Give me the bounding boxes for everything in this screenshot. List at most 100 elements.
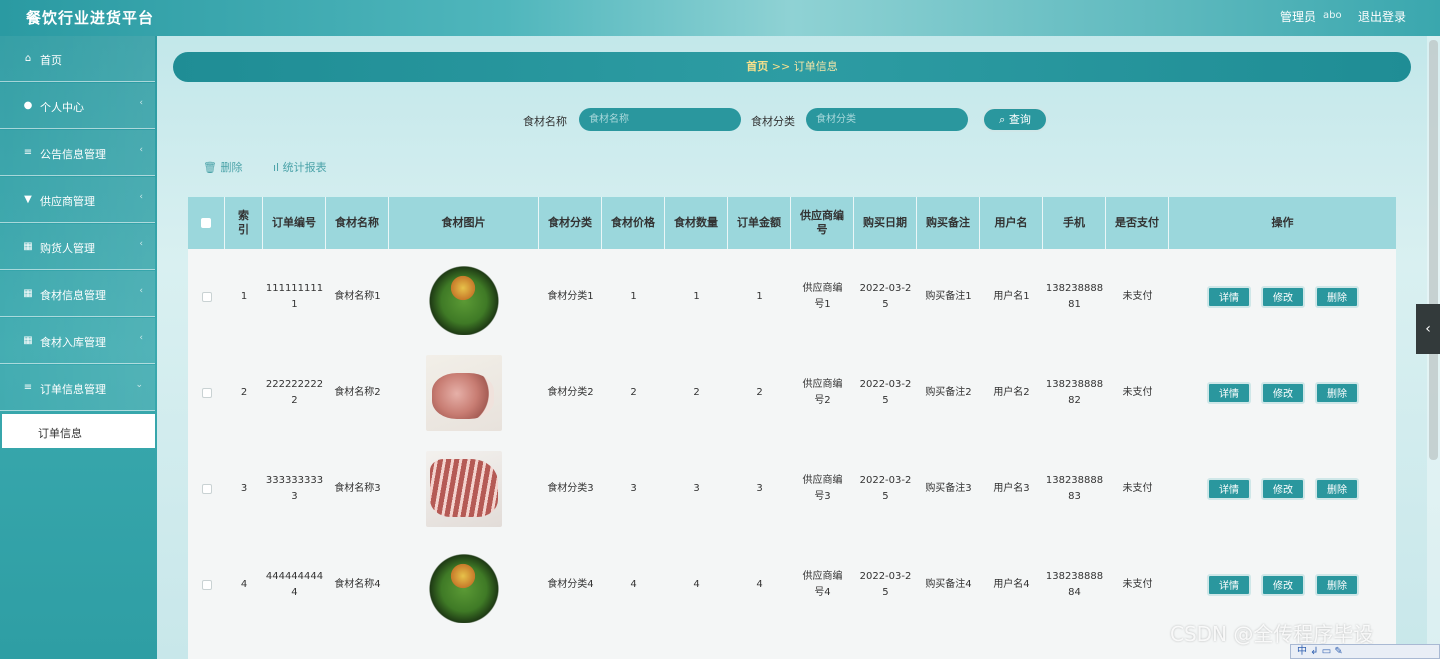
sidebar-item-personal-center[interactable]: ● 个人中心 ‹ xyxy=(0,83,155,129)
cell-date: 2022-03-2 5 xyxy=(854,249,917,345)
cell-note: 购买备注2 xyxy=(925,387,972,398)
cell-price: 1 xyxy=(630,291,637,302)
row-select-cell xyxy=(188,441,225,537)
delete-button[interactable]: 删除 xyxy=(1315,382,1359,404)
edit-button[interactable]: 修改 xyxy=(1261,478,1305,500)
ingredient-image[interactable] xyxy=(426,355,502,431)
cell-text: 2022-03-2 5 xyxy=(859,475,912,502)
row-select-cell xyxy=(188,537,225,633)
table-row: 2 222222222 2 食材名称2 食材分类2 2 2 2 供应商编 号2 2022-03-2 5… xyxy=(188,345,1396,441)
ime-toolbar: 中 ↲ ▭ ✎ xyxy=(1290,644,1440,659)
cell-qty: 4 xyxy=(693,579,700,590)
select-all-checkbox[interactable] xyxy=(201,218,211,228)
cell-text: 138238888 84 xyxy=(1045,571,1104,598)
sidebar-item-order-management[interactable]: ≡ 订单信息管理 ⌄ xyxy=(0,365,155,411)
column-header[interactable]: 订单金额 xyxy=(728,197,791,249)
batch-delete-button[interactable]: 🗑 删除 xyxy=(203,159,242,175)
sidebar-subitem-order-info[interactable]: 订单信息 xyxy=(2,414,155,448)
cell-text: 供应商编 号4 xyxy=(802,571,843,598)
chevron-left-icon: ‹ xyxy=(139,286,143,296)
detail-button[interactable]: 详情 xyxy=(1207,478,1251,500)
sidebar-item-supplier-management[interactable]: ▼ 供应商管理 ‹ xyxy=(0,177,155,223)
cell-supplier: 供应商编 号2 xyxy=(791,345,854,441)
column-header[interactable]: 食材数量 xyxy=(665,197,728,249)
column-header[interactable]: 是否支付 xyxy=(1106,197,1169,249)
chevron-left-icon: ‹ xyxy=(139,145,143,155)
row-checkbox[interactable] xyxy=(201,580,212,590)
column-header[interactable]: 食材价格 xyxy=(602,197,665,249)
delete-button[interactable]: 删除 xyxy=(1315,478,1359,500)
column-header[interactable]: 食材图片 xyxy=(389,197,539,249)
logout-button[interactable]: 退出登录 xyxy=(1358,8,1406,25)
column-header[interactable]: 购买备注 xyxy=(917,197,980,249)
sidebar-item-ingredient-stock-in[interactable]: ▦ 食材入库管理 ‹ xyxy=(0,318,155,364)
edit-button[interactable]: 修改 xyxy=(1261,286,1305,308)
detail-button[interactable]: 详情 xyxy=(1207,574,1251,596)
cell-price: 2 xyxy=(630,387,637,398)
row-checkbox[interactable] xyxy=(201,292,212,302)
sidebar-item-label: 公告信息管理 xyxy=(40,148,106,161)
edit-button[interactable]: 修改 xyxy=(1261,574,1305,596)
home-icon: ⌂ xyxy=(24,53,32,64)
scrollbar-thumb[interactable] xyxy=(1429,40,1438,460)
query-button[interactable]: ⌕ 查询 xyxy=(982,107,1048,132)
cell-phone: 138238888 83 xyxy=(1043,441,1106,537)
ingredient-category-input[interactable] xyxy=(806,108,968,131)
ingredient-image[interactable] xyxy=(426,547,502,623)
ingredient-category-label: 食材分类 xyxy=(751,115,795,128)
column-header[interactable]: 订单编号 xyxy=(263,197,326,249)
stats-report-button[interactable]: ıl 统计报表 xyxy=(273,159,327,175)
column-header[interactable]: 索引 xyxy=(225,197,263,249)
cell-order-no: 111111111 1 xyxy=(263,249,326,345)
sidebar-subitem-label: 订单信息 xyxy=(38,427,82,440)
cell-text: 供应商编 号1 xyxy=(802,283,843,310)
cell-supplier: 供应商编 号3 xyxy=(791,441,854,537)
cell-phone: 138238888 84 xyxy=(1043,537,1106,633)
order-table: 索引 订单编号 食材名称 食材图片 食材分类 食材价格 食材数量 订单金额 供应… xyxy=(188,197,1396,659)
column-header[interactable]: 食材分类 xyxy=(539,197,602,249)
edit-button[interactable]: 修改 xyxy=(1261,382,1305,404)
column-header[interactable]: 用户名 xyxy=(980,197,1043,249)
delete-button[interactable]: 删除 xyxy=(1315,286,1359,308)
column-header[interactable]: 供应商编号 xyxy=(791,197,854,249)
cell-supplier: 供应商编 号1 xyxy=(791,249,854,345)
cell-qty: 2 xyxy=(693,387,700,398)
sidebar-item-buyer-management[interactable]: ▦ 购货人管理 ‹ xyxy=(0,224,155,270)
row-select-cell xyxy=(188,249,225,345)
sidebar-item-notice-management[interactable]: ≡ 公告信息管理 ‹ xyxy=(0,130,155,176)
ingredient-name-input[interactable] xyxy=(579,108,741,131)
cell-price: 4 xyxy=(630,579,637,590)
ingredient-image[interactable] xyxy=(426,451,502,527)
chevron-left-icon: ‹ xyxy=(139,239,143,249)
cell-text: 2022-03-2 5 xyxy=(859,379,912,406)
app-title: 餐饮行业进货平台 xyxy=(26,9,155,27)
ingredient-image[interactable] xyxy=(426,259,502,335)
detail-button[interactable]: 详情 xyxy=(1207,286,1251,308)
detail-button[interactable]: 详情 xyxy=(1207,382,1251,404)
column-header[interactable]: 食材名称 xyxy=(326,197,389,249)
stats-report-label: 统计报表 xyxy=(282,161,327,174)
chevron-left-icon: ‹ xyxy=(1425,321,1431,337)
chevron-down-icon: ⌄ xyxy=(135,380,143,390)
cell-date: 2022-03-2 5 xyxy=(854,441,917,537)
cell-qty: 3 xyxy=(693,483,700,494)
column-header[interactable]: 手机 xyxy=(1043,197,1106,249)
admin-username: abo xyxy=(1323,10,1342,21)
cell-user: 用户名3 xyxy=(993,483,1030,494)
chevron-left-icon: ‹ xyxy=(139,333,143,343)
row-checkbox[interactable] xyxy=(201,484,212,494)
collapse-panel-button[interactable]: ‹ xyxy=(1416,304,1440,354)
breadcrumb-home[interactable]: 首页 xyxy=(746,60,768,73)
row-checkbox[interactable] xyxy=(201,388,212,398)
sidebar-item-home[interactable]: ⌂ 首页 xyxy=(0,36,155,82)
column-header: 操作 xyxy=(1271,216,1294,229)
query-button-label: 查询 xyxy=(1008,113,1031,126)
cell-category: 食材分类4 xyxy=(547,579,594,590)
search-icon: ⌕ xyxy=(999,113,1006,126)
column-header[interactable]: 购买日期 xyxy=(854,197,917,249)
sidebar-item-ingredient-info[interactable]: ▦ 食材信息管理 ‹ xyxy=(0,271,155,317)
cell-text: 供应商编 号2 xyxy=(802,379,843,406)
grid-icon: ▦ xyxy=(23,335,33,346)
grid-icon: ▦ xyxy=(23,241,33,252)
delete-button[interactable]: 删除 xyxy=(1315,574,1359,596)
